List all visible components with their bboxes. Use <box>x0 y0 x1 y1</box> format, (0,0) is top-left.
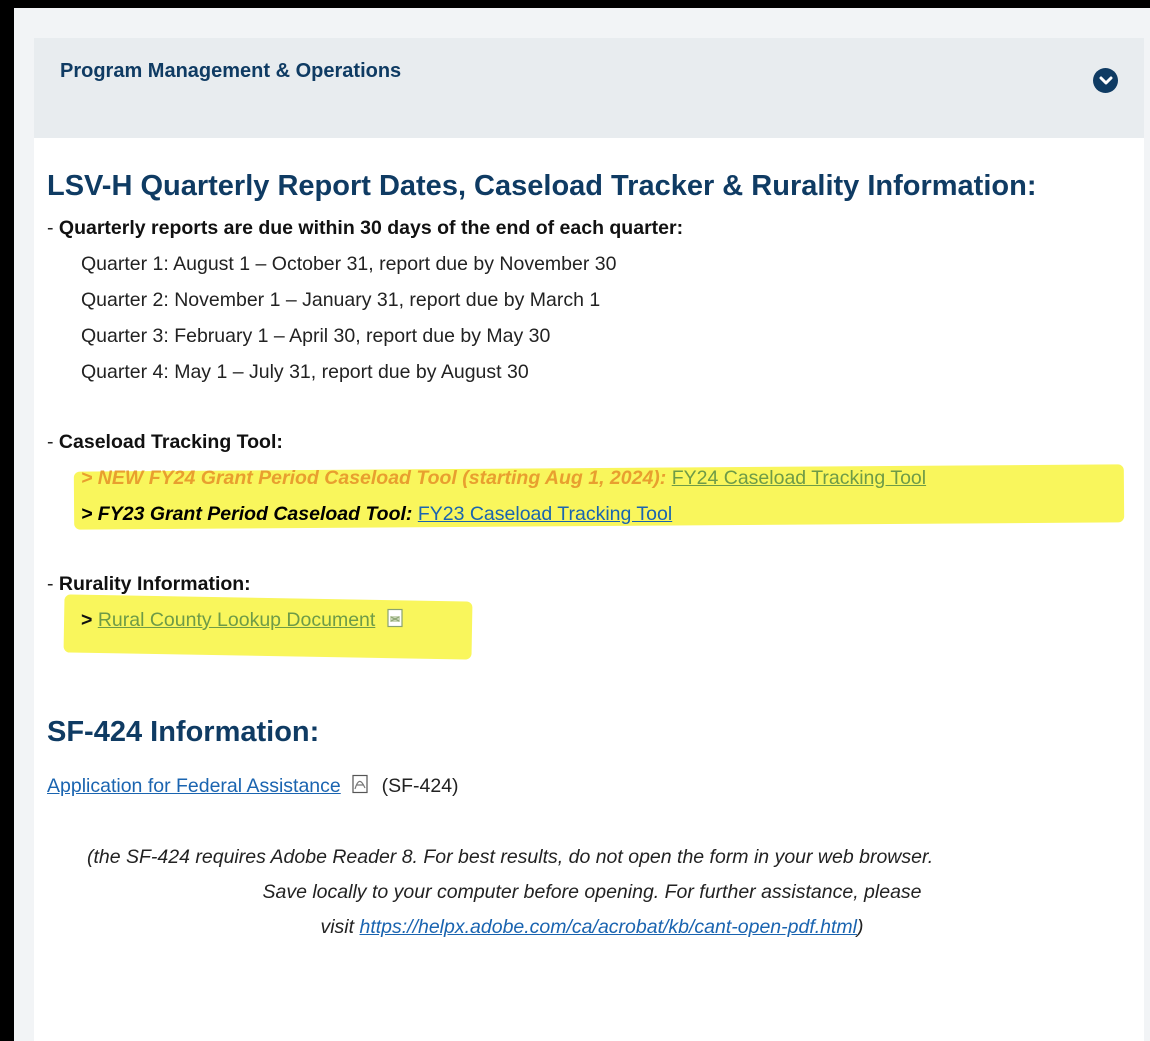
pdf-icon <box>350 770 370 806</box>
note-visit-text: visit <box>320 916 360 938</box>
quarterly-line: - Quarterly reports are due within 30 da… <box>47 210 1137 246</box>
note-close-paren: ) <box>857 916 864 938</box>
page-frame: Program Management & Operations LSV-H Qu… <box>14 8 1150 1041</box>
rural-arrow: > <box>81 609 98 631</box>
section-heading-lsvh: LSV-H Quarterly Report Dates, Caseload T… <box>47 170 1037 202</box>
quarter-item: Quarter 1: August 1 – October 31, report… <box>81 253 617 275</box>
application-federal-assistance-link[interactable]: Application for Federal Assistance <box>47 775 341 797</box>
bullet-dash: - <box>47 217 59 239</box>
quarter-item: Quarter 4: May 1 – July 31, report due b… <box>81 361 529 383</box>
caseload-label: Caseload Tracking Tool: <box>58 431 283 453</box>
fy24-caseload-link[interactable]: FY24 Caseload Tracking Tool <box>672 467 926 489</box>
adobe-help-link[interactable]: https://helpx.adobe.com/ca/acrobat/kb/ca… <box>359 916 857 938</box>
fy23-caseload-link[interactable]: FY23 Caseload Tracking Tool <box>418 503 672 525</box>
main-content: LSV-H Quarterly Report Dates, Caseload T… <box>47 168 1137 945</box>
section-heading-sf424: SF-424 Information: <box>47 716 320 748</box>
rural-link-line: > Rural County Lookup Document <box>47 602 1137 640</box>
pdf-icon <box>385 604 405 640</box>
quarter-item: Quarter 3: February 1 – April 30, report… <box>81 325 551 347</box>
fy23-text: > FY23 Grant Period Caseload Tool: <box>81 503 413 525</box>
note-line-2: Save locally to your computer before ope… <box>262 881 922 903</box>
sf424-note: (the SF-424 requires Adobe Reader 8. For… <box>47 840 1137 945</box>
note-line-3: visit https://helpx.adobe.com/ca/acrobat… <box>47 910 1137 945</box>
bullet-dash: - <box>47 431 59 453</box>
accordion-title[interactable]: Program Management & Operations <box>60 60 401 83</box>
note-line-1: (the SF-424 requires Adobe Reader 8. For… <box>87 846 934 868</box>
content-panel: Program Management & Operations LSV-H Qu… <box>34 38 1144 1041</box>
rural-county-lookup-link[interactable]: Rural County Lookup Document <box>98 609 376 631</box>
accordion-header[interactable]: Program Management & Operations <box>34 38 1144 138</box>
quarter-item: Quarter 2: November 1 – January 31, repo… <box>81 289 601 311</box>
bullet-dash: - <box>47 573 59 595</box>
sf424-suffix: (SF-424) <box>381 775 459 797</box>
caseload-line: - Caseload Tracking Tool: <box>47 424 1137 460</box>
quarterly-label: Quarterly reports are due within 30 days… <box>58 217 684 239</box>
chevron-down-icon[interactable] <box>1093 68 1118 93</box>
rurality-line: - Rurality Information: <box>47 566 1137 602</box>
fy23-line: > FY23 Grant Period Caseload Tool: FY23 … <box>47 496 1137 532</box>
fy24-line: > NEW FY24 Grant Period Caseload Tool (s… <box>47 460 1137 496</box>
fy24-text: > NEW FY24 Grant Period Caseload Tool (s… <box>81 467 667 489</box>
rurality-label: Rurality Information: <box>58 573 251 595</box>
application-line: Application for Federal Assistance (SF-4… <box>47 768 1137 806</box>
